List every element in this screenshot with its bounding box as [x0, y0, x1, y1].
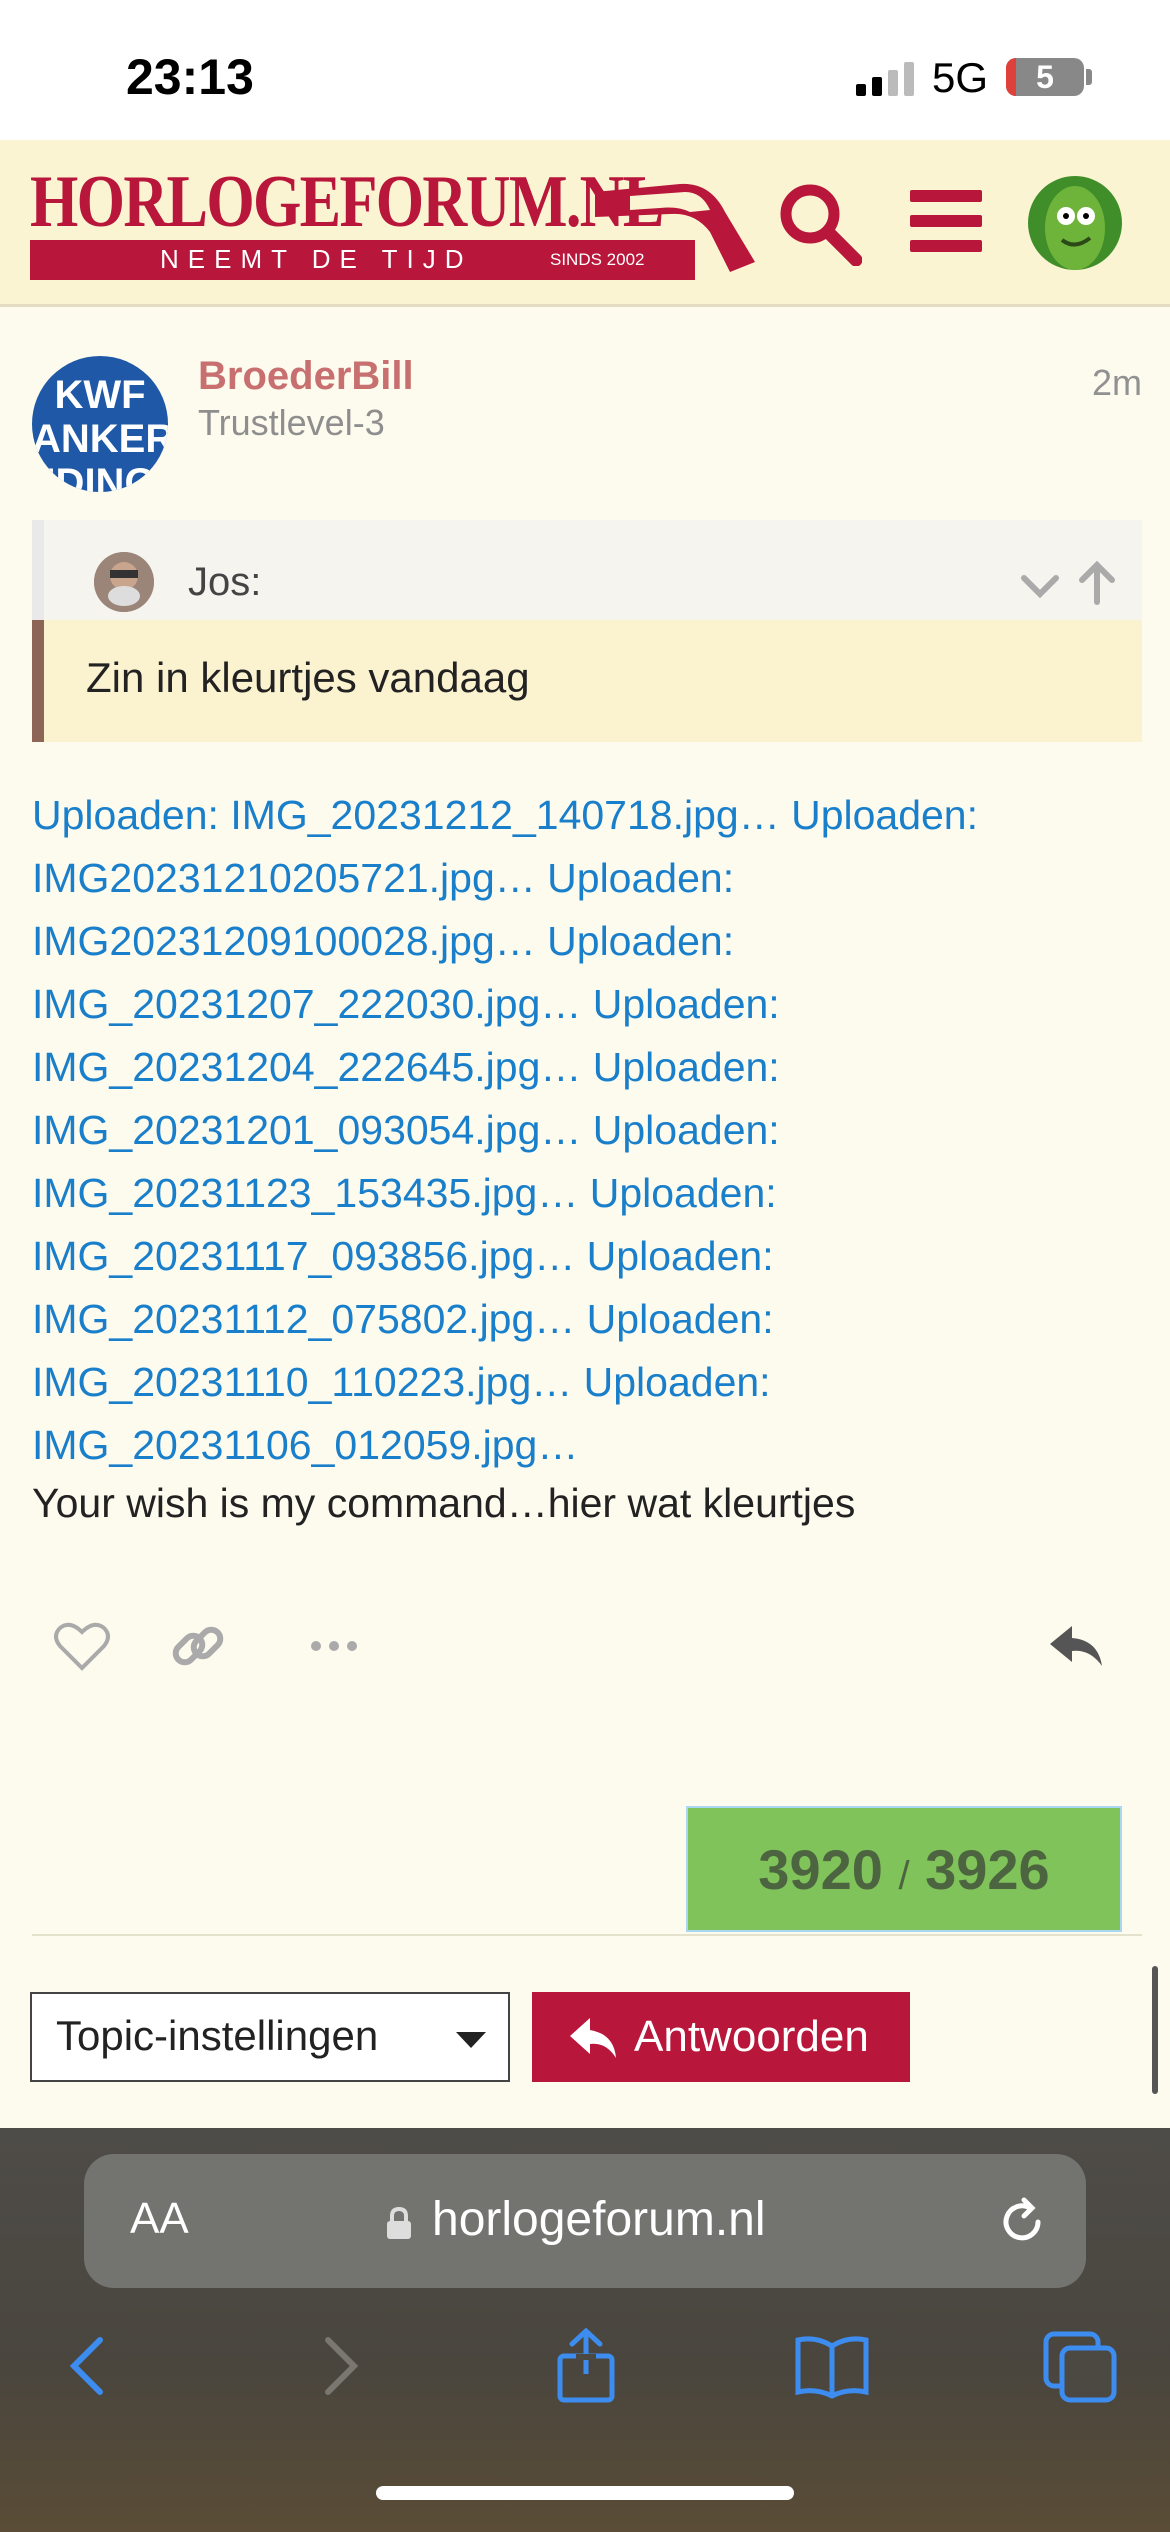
progress-total: 3926 [925, 1838, 1050, 1901]
quote-body: Zin in kleurtjes vandaag [32, 620, 1142, 742]
post-timestamp[interactable]: 2m [1092, 362, 1142, 404]
topic-settings-label: Topic-instellingen [56, 2012, 379, 2059]
heart-icon[interactable] [52, 1616, 112, 1676]
more-icon[interactable] [304, 1616, 364, 1676]
upload-link[interactable]: IMG_20231204_222645.jpg… Uploaden: [32, 1036, 1142, 1099]
home-indicator[interactable] [376, 2486, 794, 2500]
tabs-icon[interactable] [1040, 2326, 1120, 2406]
battery-level: 5 [1036, 59, 1054, 95]
upload-link[interactable]: IMG_20231110_110223.jpg… Uploaden: [32, 1351, 1142, 1414]
upload-link[interactable]: IMG_20231123_153435.jpg… Uploaden: [32, 1162, 1142, 1225]
logo-text: HORLOGEFORUM.NL [30, 161, 664, 243]
battery-icon: 5 [1006, 58, 1084, 96]
bookmarks-icon[interactable] [792, 2326, 872, 2406]
back-icon[interactable] [48, 2326, 128, 2406]
upload-link[interactable]: IMG_20231207_222030.jpg… Uploaden: [32, 973, 1142, 1036]
chevron-down-icon[interactable] [1018, 570, 1062, 600]
reload-icon[interactable] [994, 2194, 1050, 2250]
caret-down-icon [456, 2032, 486, 2048]
user-avatar[interactable] [1028, 176, 1122, 270]
arrow-up-icon[interactable] [1074, 560, 1120, 606]
signal-icon [856, 62, 916, 96]
forward-icon[interactable] [300, 2326, 380, 2406]
upload-links: Uploaden: IMG_20231212_140718.jpg… Uploa… [32, 784, 1142, 1477]
reply-button[interactable]: Antwoorden [532, 1992, 910, 2082]
quote-header: Jos: [32, 520, 1142, 620]
post-body-text: Your wish is my command…hier wat kleurtj… [32, 1480, 856, 1526]
progress-current: 3920 [758, 1838, 883, 1901]
logo-clock-hand-icon [595, 183, 755, 272]
post-user-title: Trustlevel-3 [198, 402, 385, 443]
battery-tip [1086, 69, 1092, 85]
quote-text: Zin in kleurtjes vandaag [86, 654, 530, 701]
topic-settings-select[interactable]: Topic-instellingen [30, 1992, 510, 2082]
search-icon[interactable] [776, 180, 862, 266]
avatar-line: KWF [54, 373, 146, 417]
reply-icon[interactable] [1046, 1616, 1106, 1676]
share-icon[interactable] [546, 2326, 626, 2406]
divider [32, 1934, 1142, 1936]
upload-link[interactable]: IMG_20231106_012059.jpg… [32, 1414, 1142, 1477]
upload-link[interactable]: Uploaden: IMG_20231212_140718.jpg… Uploa… [32, 784, 1142, 847]
site-logo[interactable]: HORLOGEFORUM.NL NEEMT DE TIJD SINDS 2002 [30, 161, 755, 282]
logo-tagline: NEEMT DE TIJD [160, 244, 473, 274]
address-bar[interactable]: AA horlogeforum.nl [84, 2154, 1086, 2288]
topic-progress[interactable]: 3920 / 3926 [686, 1806, 1122, 1932]
reply-arrow-icon [570, 2018, 616, 2058]
quote-author: Jos: [188, 560, 262, 604]
post-username[interactable]: BroederBill [198, 354, 414, 399]
aa-label: AA [130, 2194, 189, 2243]
link-icon[interactable] [168, 1616, 228, 1676]
reader-aa-button[interactable]: AA [130, 2194, 189, 2244]
upload-link[interactable]: IMG_20231201_093054.jpg… Uploaden: [32, 1099, 1142, 1162]
site-header: HORLOGEFORUM.NL NEEMT DE TIJD SINDS 2002 [0, 140, 1170, 307]
progress-separator: / [898, 1854, 910, 1898]
reply-button-label: Antwoorden [634, 2012, 869, 2061]
browser-toolbar: AA horlogeforum.nl [0, 2128, 1170, 2532]
upload-link[interactable]: IMG20231209100028.jpg… Uploaden: [32, 910, 1142, 973]
network-label: 5G [932, 54, 989, 101]
upload-link[interactable]: IMG20231210205721.jpg… Uploaden: [32, 847, 1142, 910]
url-text[interactable]: horlogeforum.nl [432, 2192, 766, 2247]
upload-link[interactable]: IMG_20231117_093856.jpg… Uploaden: [32, 1225, 1142, 1288]
hamburger-menu-icon[interactable] [910, 190, 982, 252]
avatar-line: ANKER [32, 417, 168, 461]
status-bar: 23:13 5G 5 [0, 0, 1170, 140]
quote-author-avatar [94, 552, 154, 612]
avatar-line: IDING [44, 461, 156, 492]
scrollbar[interactable] [1152, 1966, 1158, 2094]
status-time: 23:13 [126, 49, 254, 105]
post-author-avatar[interactable]: KWF ANKER IDING [32, 356, 168, 492]
upload-link[interactable]: IMG_20231112_075802.jpg… Uploaden: [32, 1288, 1142, 1351]
lock-icon [387, 2206, 411, 2239]
